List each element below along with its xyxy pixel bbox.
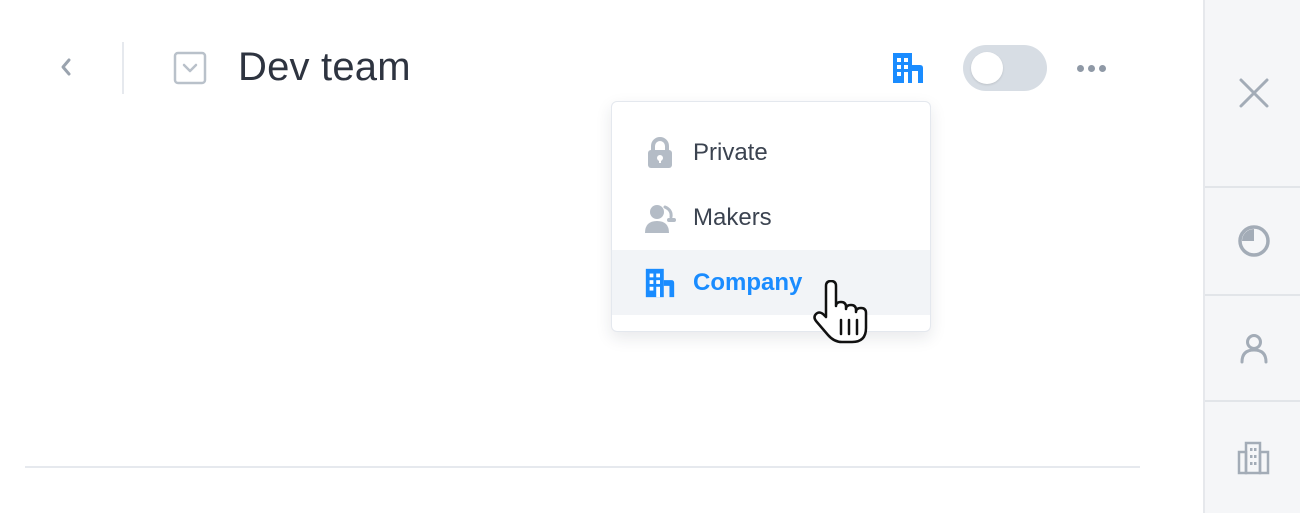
visibility-toggle[interactable] <box>963 45 1047 91</box>
toggle-knob <box>971 52 1003 84</box>
building-icon <box>1237 441 1269 474</box>
more-options-button[interactable] <box>1070 52 1112 84</box>
close-icon <box>1239 78 1268 108</box>
lock-icon <box>642 135 678 171</box>
menu-item-label: Private <box>693 138 768 166</box>
checkbox-chevron-icon <box>173 51 207 85</box>
sidebar-item-assignee[interactable] <box>1205 296 1300 400</box>
task-checkbox[interactable] <box>172 50 208 86</box>
page-title: Dev team <box>238 45 411 89</box>
sidebar-item-visibility[interactable] <box>1205 402 1300 513</box>
close-button[interactable] <box>1205 0 1300 186</box>
right-sidebar <box>1203 0 1300 513</box>
user-icon <box>1240 334 1267 364</box>
ellipsis-icon <box>1076 64 1084 72</box>
visibility-button[interactable] <box>888 48 928 88</box>
main-content: Dev team Private Makers Company <box>0 0 1203 513</box>
section-divider <box>25 466 1140 468</box>
menu-item-company[interactable]: Company <box>612 250 930 315</box>
visibility-dropdown: Private Makers Company <box>611 101 931 332</box>
makers-icon <box>642 200 678 236</box>
building-icon <box>642 265 678 301</box>
building-icon <box>893 53 923 83</box>
sidebar-item-progress[interactable] <box>1205 188 1300 294</box>
back-button[interactable] <box>52 50 80 84</box>
pie-chart-icon <box>1237 225 1270 257</box>
header-divider <box>122 42 124 94</box>
menu-item-makers[interactable]: Makers <box>612 185 930 250</box>
menu-item-label: Makers <box>693 203 772 231</box>
menu-item-private[interactable]: Private <box>612 120 930 185</box>
menu-item-label: Company <box>693 268 803 296</box>
chevron-left-icon <box>61 58 71 76</box>
